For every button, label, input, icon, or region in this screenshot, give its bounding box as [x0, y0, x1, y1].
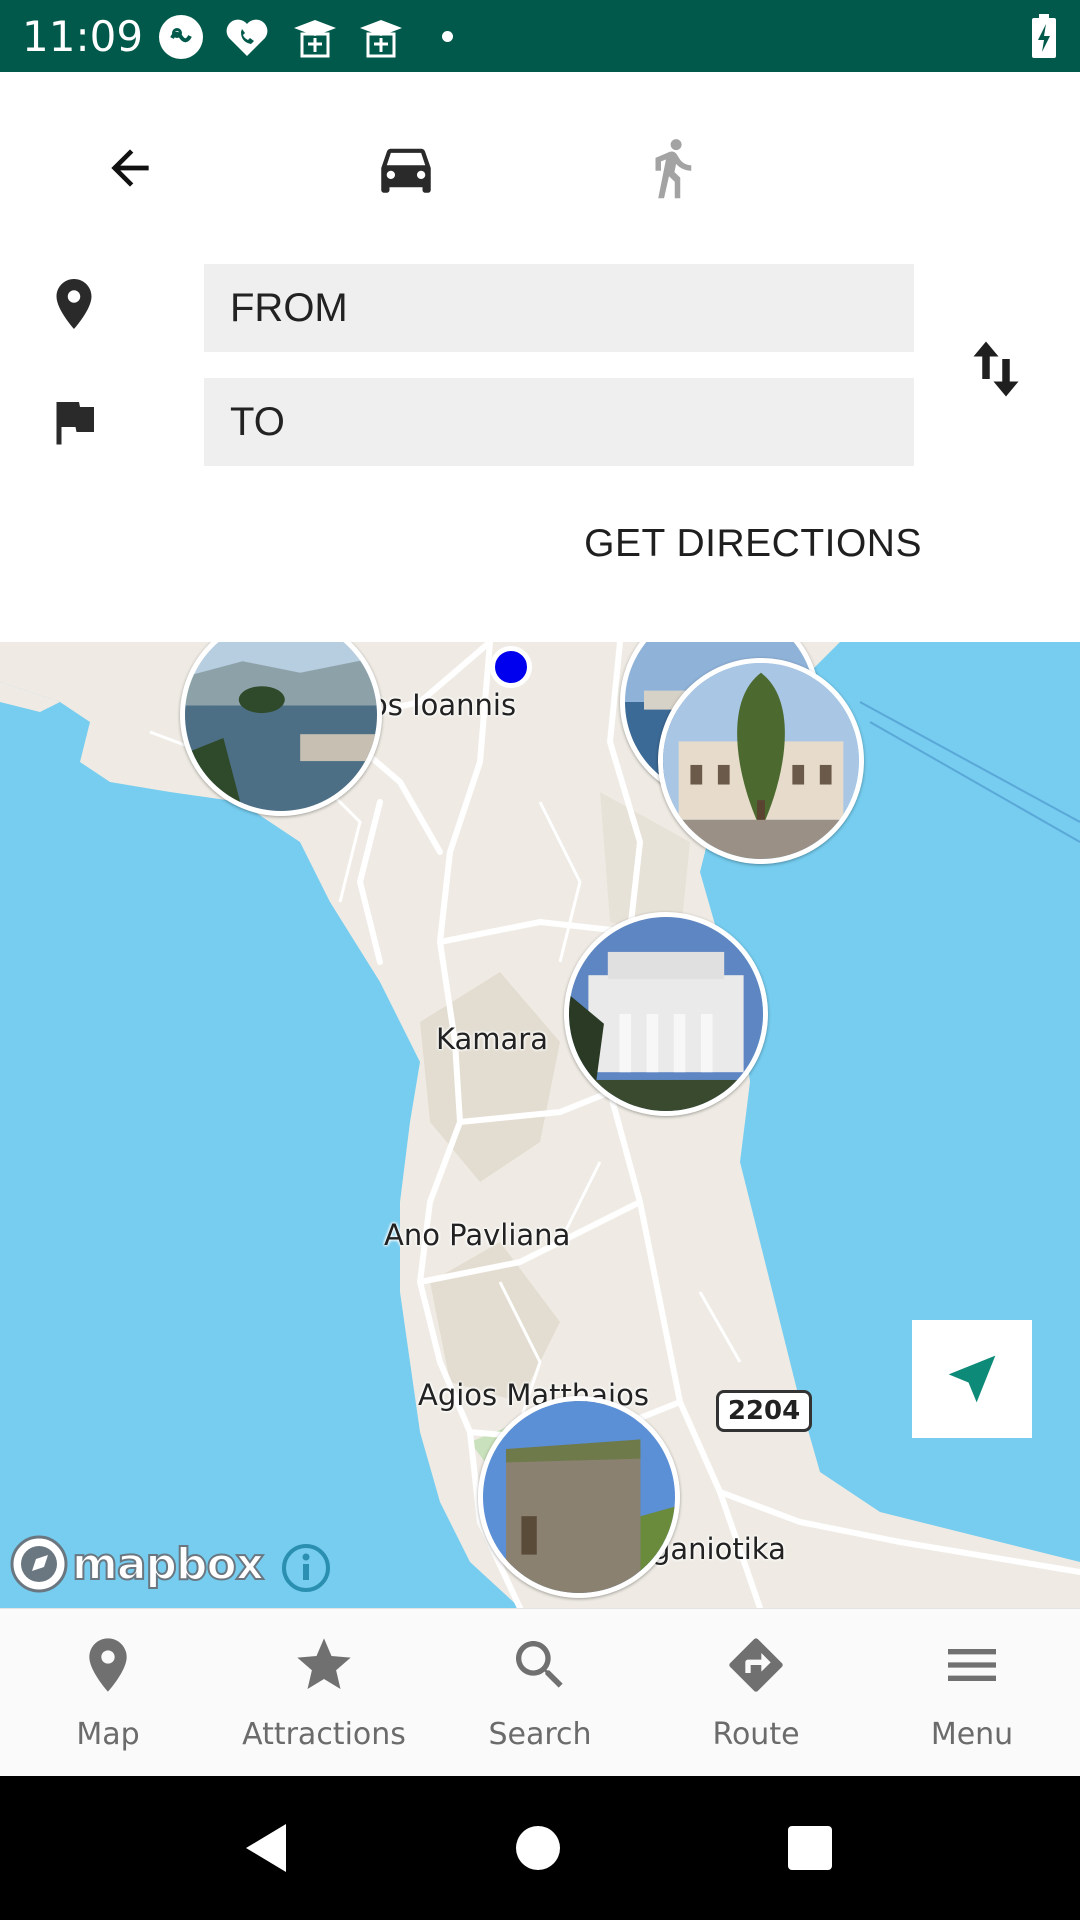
flag-icon — [56, 402, 94, 445]
notification-dot-icon — [442, 31, 453, 42]
bottom-navigation: Map Attractions Search Route Menu — [0, 1608, 1080, 1776]
directions-icon — [729, 1638, 783, 1692]
battery-charging-icon — [1032, 14, 1056, 58]
car-mode-button[interactable] — [366, 128, 446, 208]
poi-marker-achilleion[interactable] — [564, 912, 768, 1116]
system-recents-button[interactable] — [780, 1818, 840, 1878]
location-pin-icon — [56, 279, 92, 329]
directions-panel: GET DIRECTIONS — [0, 72, 1080, 642]
from-input[interactable] — [204, 264, 914, 352]
nav-label-search: Search — [488, 1717, 592, 1752]
swap-button[interactable] — [966, 334, 1026, 404]
mapbox-logo: mapbox — [10, 1532, 265, 1596]
map-label-lefkimmi: ganiotika — [652, 1532, 786, 1566]
map-pin-icon — [89, 1638, 127, 1692]
swap-vertical-icon — [973, 341, 1019, 397]
map-label-kamara: Kamara — [436, 1022, 548, 1056]
car-icon — [381, 148, 431, 193]
status-bar: 11:09 — [0, 0, 1080, 72]
my-location-button[interactable] — [912, 1320, 1032, 1438]
app-icon — [159, 15, 203, 59]
mapbox-mark-icon — [10, 1535, 68, 1593]
get-directions-button[interactable]: GET DIRECTIONS — [572, 504, 922, 584]
nav-label-map: Map — [76, 1717, 140, 1752]
mapbox-wordmark: mapbox — [71, 1538, 265, 1591]
system-navigation-bar — [0, 1776, 1080, 1920]
poi-photo-palace — [569, 917, 763, 1111]
nav-item-route[interactable]: Route — [648, 1609, 864, 1777]
status-time: 11:09 — [22, 12, 144, 61]
nav-label-route: Route — [712, 1717, 800, 1752]
walk-mode-button[interactable] — [632, 128, 712, 208]
nav-label-menu: Menu — [930, 1717, 1014, 1752]
nav-item-map[interactable]: Map — [0, 1609, 216, 1777]
attribution-info-icon[interactable] — [280, 1542, 332, 1594]
poi-photo-castle — [483, 1401, 675, 1593]
poi-marker-gardiki-castle[interactable] — [478, 1396, 680, 1598]
poi-photo-villa — [663, 663, 859, 859]
walk-icon — [655, 139, 692, 199]
poi-marker-mon-repos[interactable] — [658, 658, 864, 864]
nav-item-menu[interactable]: Menu — [864, 1609, 1080, 1777]
to-input[interactable] — [204, 378, 914, 466]
back-button[interactable] — [90, 128, 170, 208]
arrow-back-icon — [111, 149, 149, 187]
system-home-button[interactable] — [508, 1818, 568, 1878]
heart-phone-icon — [226, 19, 268, 56]
nav-label-attractions: Attractions — [242, 1717, 406, 1752]
nav-item-search[interactable]: Search — [432, 1609, 648, 1777]
star-icon — [297, 1638, 351, 1689]
nav-item-attractions[interactable]: Attractions — [216, 1609, 432, 1777]
map-label-ioannis: os Ioannis — [370, 688, 517, 722]
search-icon — [516, 1641, 563, 1688]
road-number-badge: 2204 — [716, 1390, 812, 1432]
poi-photo-island — [185, 642, 377, 811]
map-view[interactable]: os Ioannis Kamara Ano Pavliana Agios Mat… — [0, 642, 1080, 1608]
system-back-button[interactable] — [236, 1818, 296, 1878]
menu-icon — [948, 1649, 996, 1681]
user-location-marker — [490, 646, 532, 688]
navigation-arrow-icon — [948, 1355, 996, 1403]
graduation-cap-icon — [294, 20, 336, 58]
map-label-ano-pavliana: Ano Pavliana — [384, 1218, 571, 1252]
graduation-cap-icon — [360, 20, 402, 58]
